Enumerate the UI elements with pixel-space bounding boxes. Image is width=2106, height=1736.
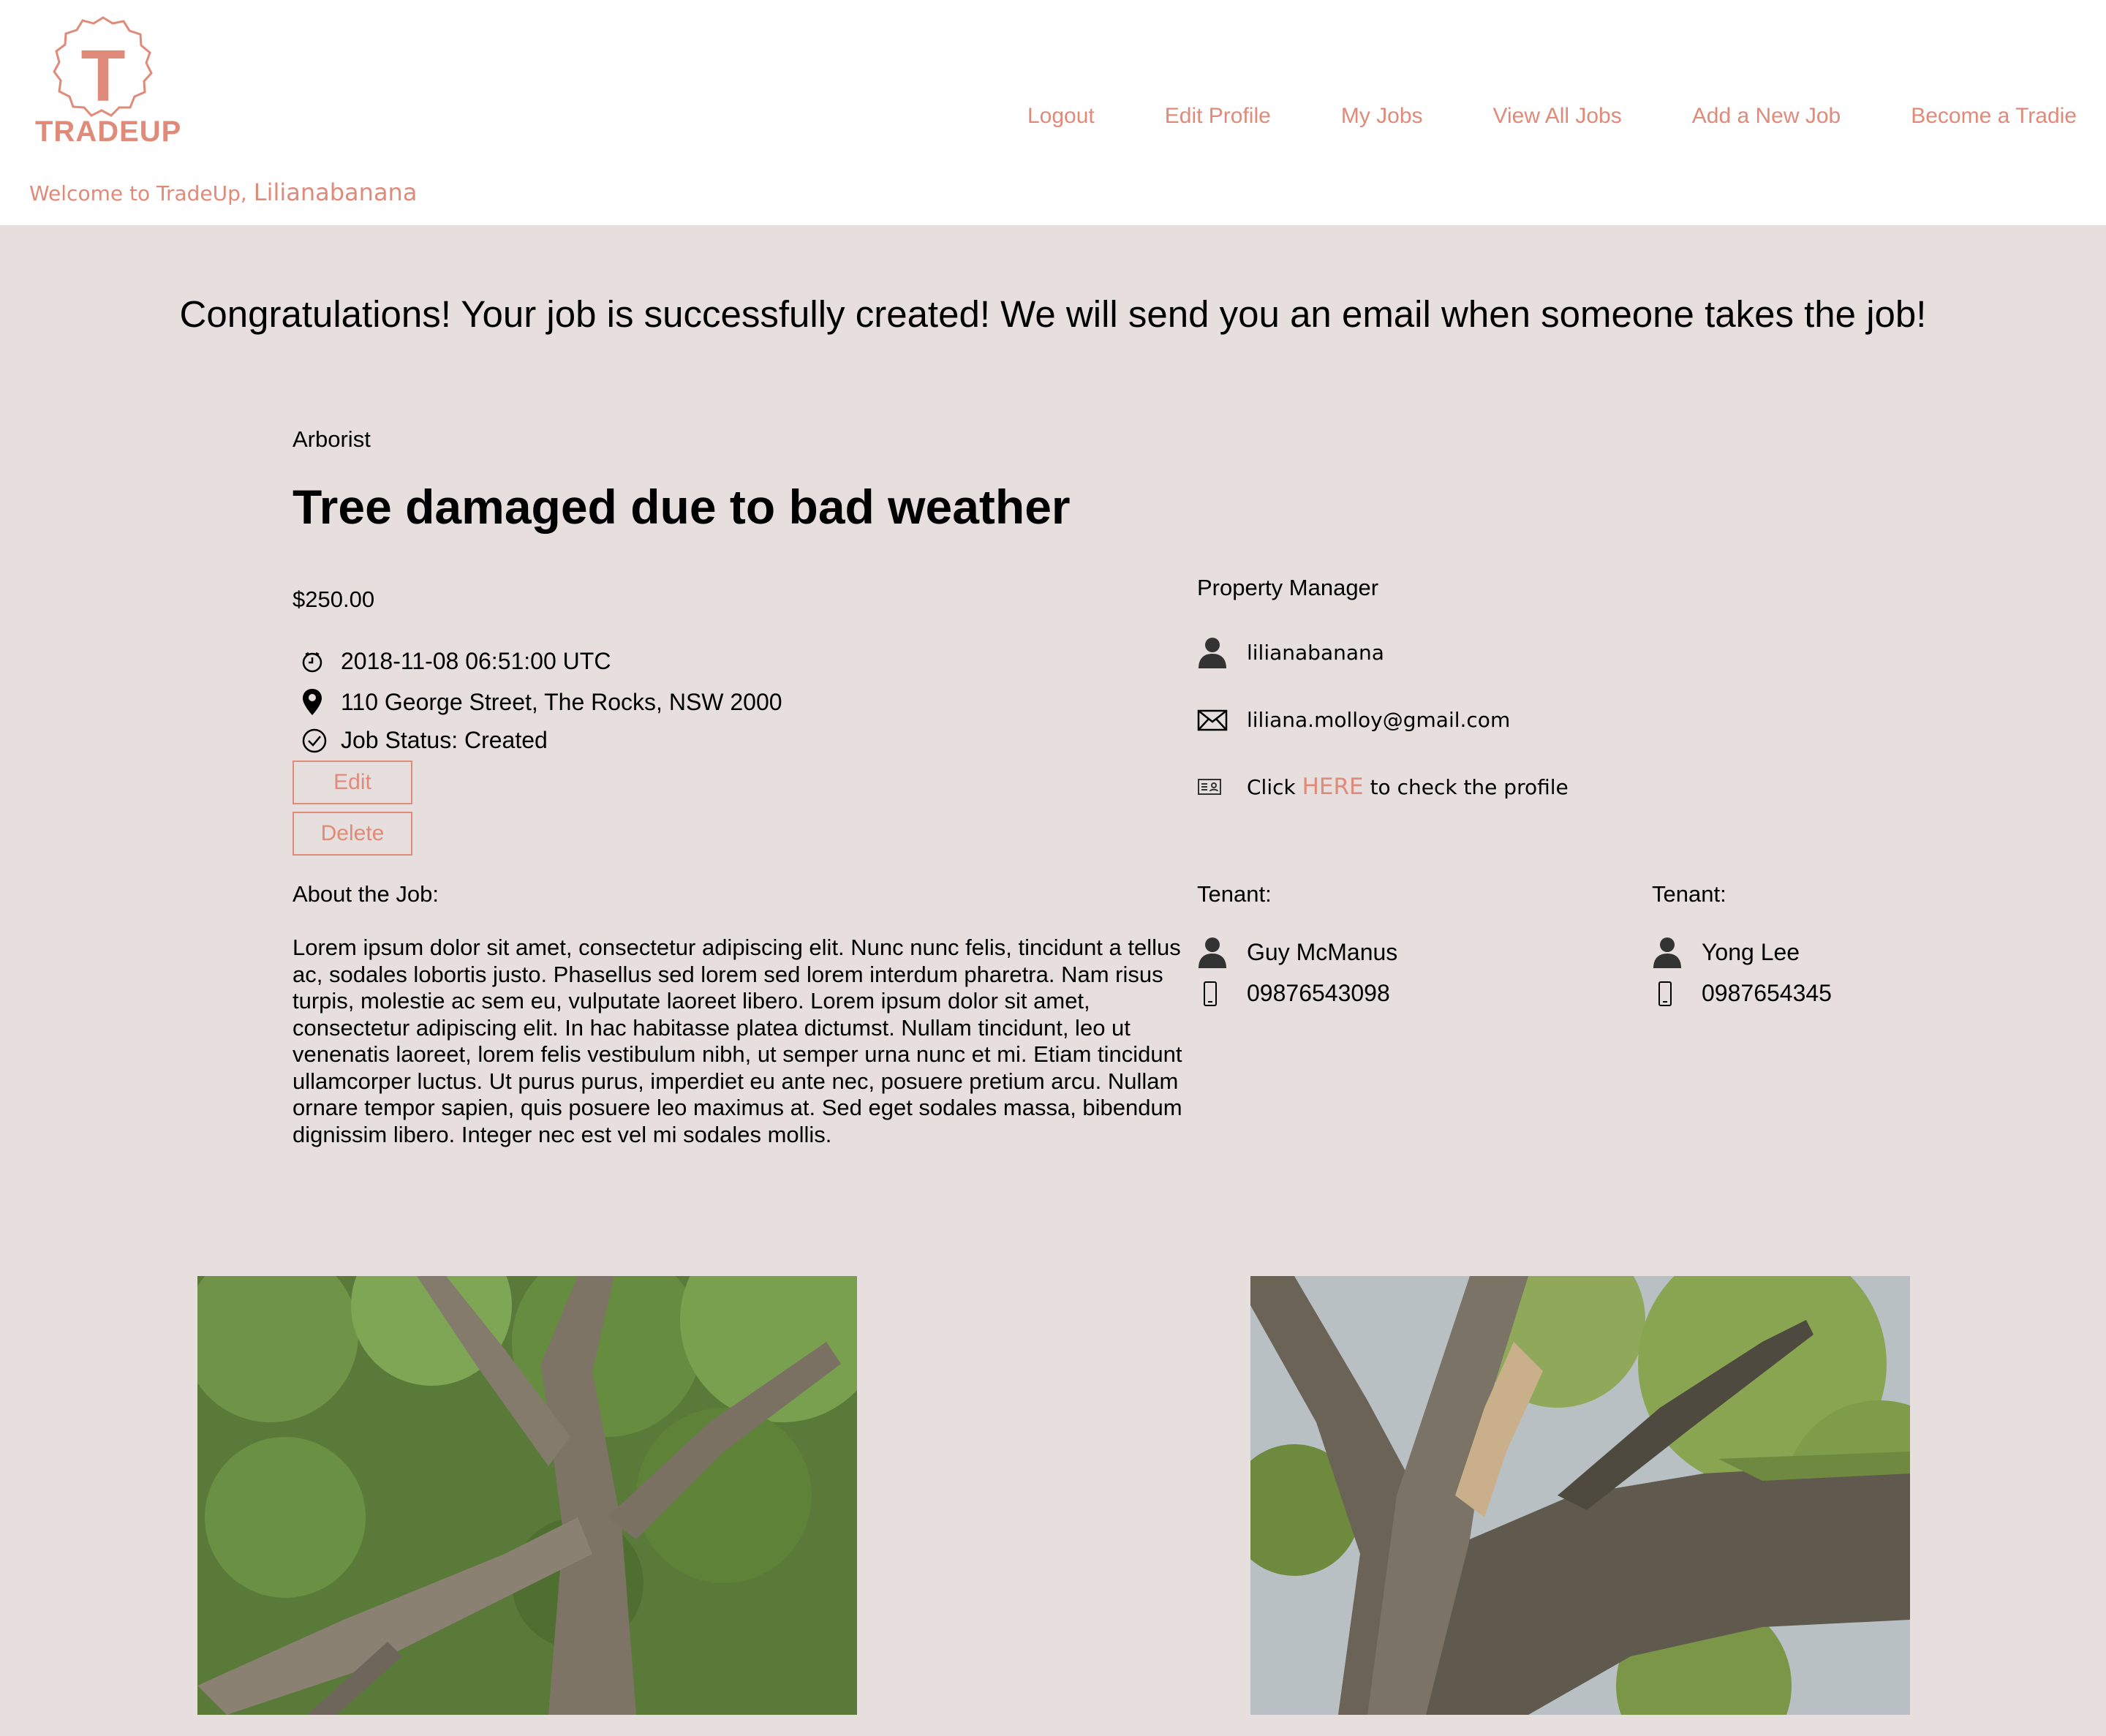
user-icon (1197, 636, 1247, 668)
brand-name: TRADEUP (35, 116, 182, 148)
job-address-row: 110 George Street, The Rocks, NSW 2000 (292, 687, 782, 717)
pm-username: lilianabanana (1247, 640, 1384, 665)
job-title: Tree damaged due to bad weather (292, 480, 1071, 534)
envelope-icon (1197, 709, 1247, 731)
pm-profile-row: Click HERE to check the profile (1197, 774, 1569, 800)
user-icon (1197, 936, 1247, 968)
tenant-phone-row: 0987654345 (1652, 980, 1832, 1007)
job-photo-2 (1250, 1276, 1910, 1715)
pm-profile-suffix: to check the profile (1370, 774, 1569, 799)
tenant-label: Tenant: (1197, 881, 1272, 907)
job-photo-1 (197, 1276, 857, 1715)
delete-button[interactable]: Delete (292, 812, 412, 856)
edit-button[interactable]: Edit (292, 761, 412, 804)
tenant-name-row: Guy McManus (1197, 936, 1397, 968)
welcome-prefix: Welcome to TradeUp, (29, 181, 247, 205)
user-icon (1652, 936, 1702, 968)
pm-username-row: lilianabanana (1197, 636, 1384, 668)
job-datetime-row: 2018-11-08 06:51:00 UTC (292, 648, 611, 675)
tradeup-logo[interactable]: T (48, 15, 158, 124)
tenant-name: Guy McManus (1247, 938, 1398, 965)
nav-my-jobs[interactable]: My Jobs (1341, 104, 1423, 129)
pm-profile-prefix: Click (1247, 774, 1296, 799)
pm-email-row: liliana.molloy@gmail.com (1197, 708, 1510, 732)
welcome-username: Lilianabanana (253, 178, 418, 206)
nav-add-new-job[interactable]: Add a New Job (1692, 104, 1841, 129)
location-pin-icon (292, 687, 341, 717)
tenant-name-row: Yong Lee (1652, 936, 1800, 968)
job-datetime: 2018-11-08 06:51:00 UTC (341, 648, 611, 674)
property-manager-label: Property Manager (1197, 575, 1379, 600)
pm-profile-link[interactable]: HERE (1302, 774, 1364, 800)
job-price: $250.00 (292, 586, 375, 612)
tenant-phone: 0987654345 (1702, 980, 1832, 1006)
nav-become-tradie[interactable]: Become a Tradie (1911, 104, 2077, 129)
tenant-name: Yong Lee (1702, 938, 1800, 965)
logo-letter: T (80, 35, 125, 117)
job-category: Arborist (292, 426, 371, 452)
clock-icon (292, 651, 341, 673)
main-nav: Logout Edit Profile My Jobs View All Job… (957, 104, 2077, 129)
tenant-label: Tenant: (1652, 881, 1726, 907)
nav-logout[interactable]: Logout (1027, 104, 1095, 129)
phone-icon (1652, 981, 1702, 1007)
id-card-icon (1197, 778, 1247, 796)
welcome-message: Welcome to TradeUp, Lilianabanana (29, 178, 417, 206)
nav-view-all-jobs[interactable]: View All Jobs (1493, 104, 1622, 129)
job-status: Job Status: Created (341, 727, 548, 753)
tenant-phone: 09876543098 (1247, 980, 1390, 1006)
phone-icon (1197, 981, 1247, 1007)
success-message: Congratulations! Your job is successfull… (179, 293, 1927, 335)
site-header: T TRADEUP Welcome to TradeUp, Lilianaban… (0, 0, 2106, 225)
check-circle-icon (292, 728, 341, 754)
tenant-phone-row: 09876543098 (1197, 980, 1390, 1007)
about-job-label: About the Job: (292, 881, 439, 907)
pm-email: liliana.molloy@gmail.com (1247, 708, 1511, 732)
nav-edit-profile[interactable]: Edit Profile (1165, 104, 1271, 129)
job-status-row: Job Status: Created (292, 727, 548, 754)
about-job-text: Lorem ipsum dolor sit amet, consectetur … (292, 935, 1182, 1147)
job-address: 110 George Street, The Rocks, NSW 2000 (341, 688, 782, 715)
